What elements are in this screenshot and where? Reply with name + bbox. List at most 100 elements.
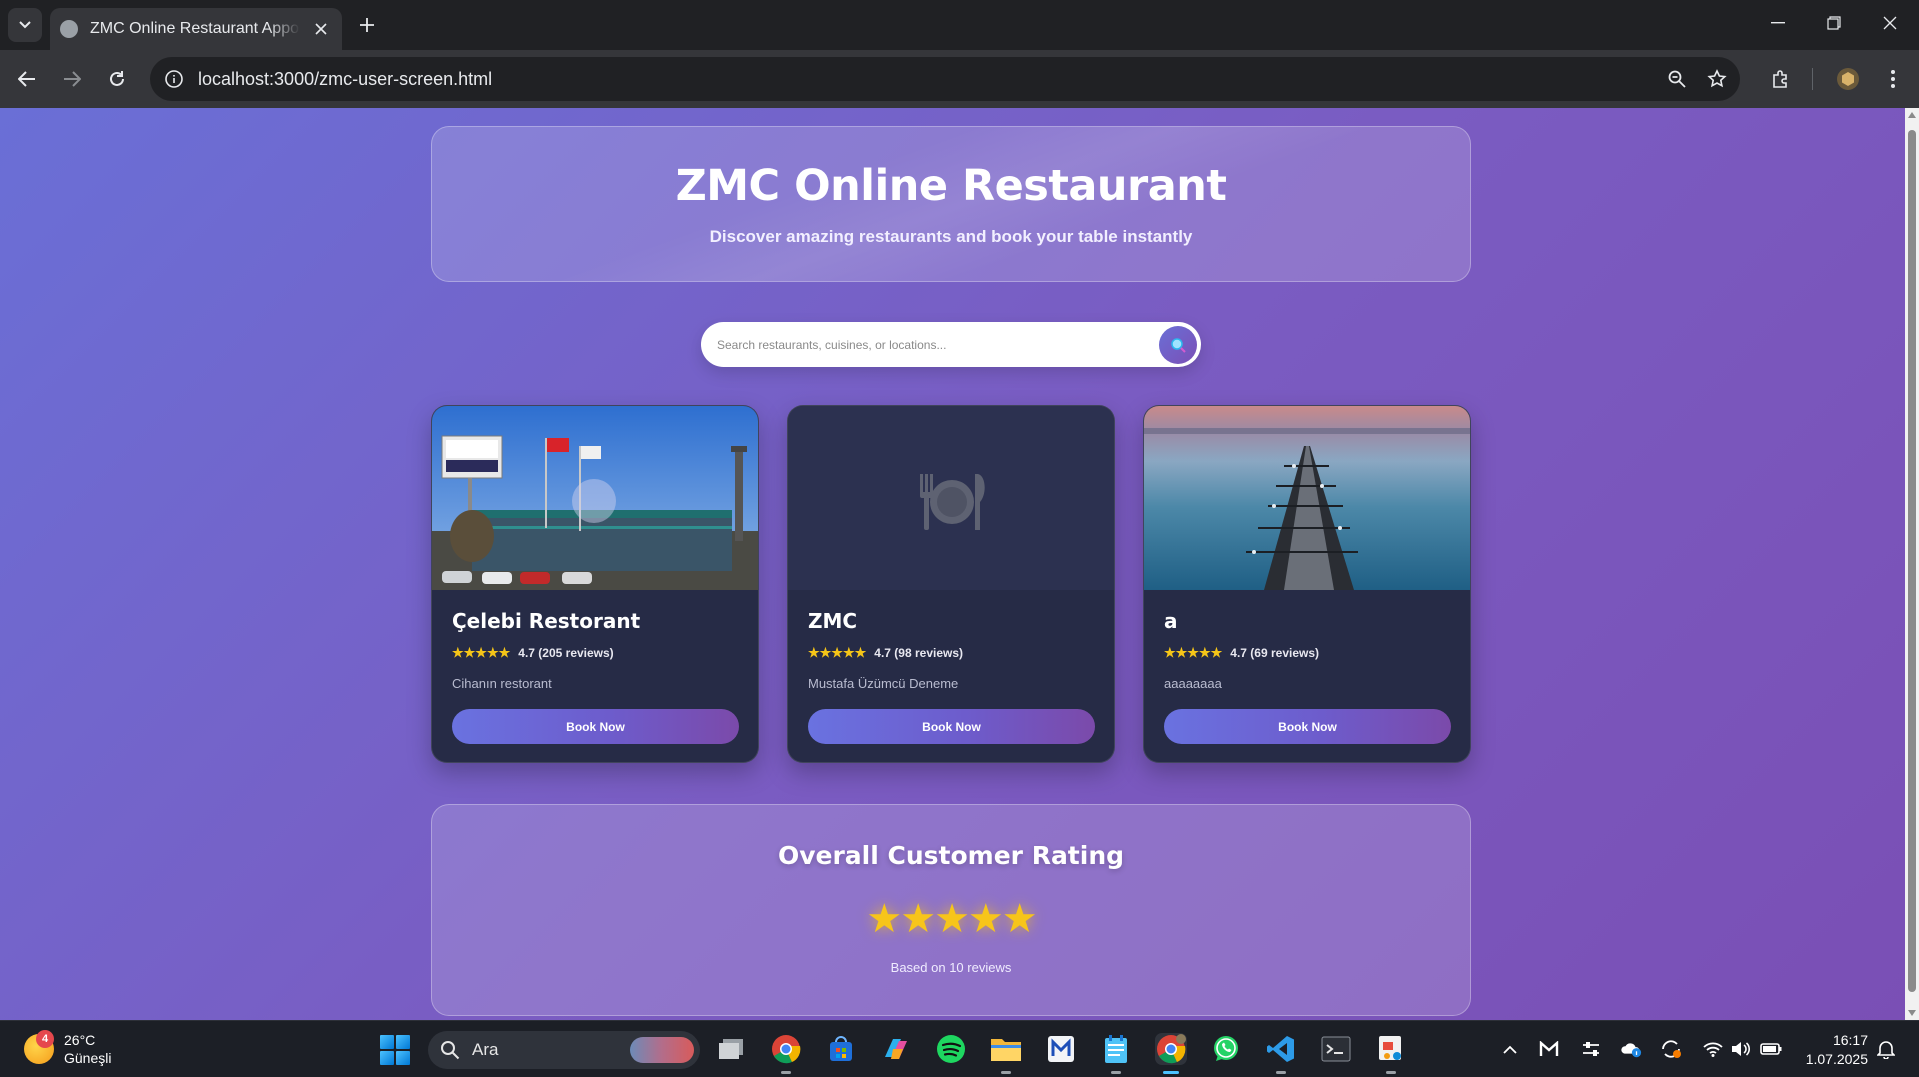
search-bar xyxy=(701,322,1201,367)
book-now-button[interactable]: Book Now xyxy=(452,709,739,744)
browser-menu-button[interactable] xyxy=(1876,62,1910,96)
info-icon[interactable] xyxy=(164,69,184,89)
tray-sync[interactable] xyxy=(1660,1038,1682,1060)
restaurant-photo-placeholder xyxy=(788,406,1114,590)
plus-icon xyxy=(360,18,374,32)
system-clock[interactable]: 16:17 1.07.2025 xyxy=(1796,1031,1868,1069)
toolbar-divider xyxy=(1812,68,1813,90)
notification-badge: 4 xyxy=(36,1030,54,1048)
sun-icon: 4 xyxy=(24,1030,54,1064)
taskbar-store[interactable] xyxy=(825,1033,857,1065)
chrome-icon xyxy=(1157,1034,1186,1064)
minimize-icon xyxy=(1771,22,1785,24)
volume-status[interactable] xyxy=(1730,1038,1752,1060)
zoom-icon xyxy=(1668,70,1686,88)
book-now-button[interactable]: Book Now xyxy=(1164,709,1451,744)
weather-condition: Güneşli xyxy=(64,1050,112,1066)
terminal-icon xyxy=(1321,1036,1351,1062)
taskbar-copilot[interactable] xyxy=(880,1033,912,1065)
clock-time: 16:17 xyxy=(1832,1032,1868,1048)
start-button[interactable] xyxy=(380,1035,410,1065)
search-icon xyxy=(441,1041,460,1060)
search-highlight-image xyxy=(630,1037,694,1063)
book-now-button[interactable]: Book Now xyxy=(808,709,1095,744)
vscode-icon xyxy=(1267,1036,1294,1062)
restore-icon xyxy=(1827,16,1841,30)
show-hidden-icons-button[interactable] xyxy=(1499,1038,1521,1060)
page-scrollbar[interactable] xyxy=(1905,108,1919,1020)
sync-icon xyxy=(1662,1040,1681,1058)
taskbar-file-explorer[interactable] xyxy=(990,1033,1022,1074)
scroll-thumb[interactable] xyxy=(1908,130,1916,992)
restaurant-description: Cihanın restorant xyxy=(452,676,552,691)
forward-button[interactable] xyxy=(55,62,89,96)
chrome-icon xyxy=(772,1035,801,1064)
tray-settings[interactable] xyxy=(1580,1038,1602,1060)
overall-rating-count: Based on 10 reviews xyxy=(890,960,1012,975)
taskbar-chrome-profile[interactable] xyxy=(1155,1033,1187,1074)
chevron-up-icon xyxy=(1503,1045,1517,1054)
profile-button[interactable] xyxy=(1831,62,1865,96)
tab-close-button[interactable] xyxy=(310,18,332,40)
overall-rating-stars: ★★★★★ xyxy=(866,897,1037,941)
tab-search-button[interactable] xyxy=(8,8,42,42)
tray-onedrive[interactable] xyxy=(1620,1038,1642,1060)
bookmark-button[interactable] xyxy=(1700,62,1734,96)
weather-temperature: 26°C xyxy=(64,1032,96,1048)
taskbar-vscode[interactable] xyxy=(1265,1033,1297,1074)
address-bar[interactable]: localhost:3000/zmc-user-screen.html xyxy=(150,57,1740,101)
restaurant-name: a xyxy=(1164,609,1178,633)
avatar-icon xyxy=(1837,68,1859,90)
taskbar-snipping-tool[interactable] xyxy=(1375,1033,1407,1074)
close-window-button[interactable] xyxy=(1862,0,1918,46)
restaurant-photo xyxy=(1144,406,1470,590)
search-input[interactable] xyxy=(717,322,1137,367)
browser-tab-bar: ZMC Online Restaurant Appointment xyxy=(0,0,1919,50)
browser-tab-active[interactable]: ZMC Online Restaurant Appointment xyxy=(50,8,342,50)
spotify-icon xyxy=(937,1035,965,1063)
plate-cutlery-icon xyxy=(920,474,985,530)
weather-text: 26°C Güneşli xyxy=(64,1031,111,1067)
task-view-button[interactable] xyxy=(715,1033,747,1065)
back-button[interactable] xyxy=(10,62,44,96)
restaurant-rating: ★★★★★ 4.7 (205 reviews) xyxy=(452,645,614,661)
more-vertical-icon xyxy=(1891,70,1895,88)
scroll-down-arrow[interactable] xyxy=(1908,1010,1916,1016)
taskbar-search[interactable]: Ara xyxy=(428,1031,700,1069)
taskbar-app-m[interactable] xyxy=(1045,1033,1077,1065)
reload-icon xyxy=(110,71,124,86)
zoom-button[interactable] xyxy=(1660,62,1694,96)
rating-stars: ★★★★★ xyxy=(452,645,511,660)
taskbar-spotify[interactable] xyxy=(935,1033,967,1065)
notifications-button[interactable] xyxy=(1875,1038,1897,1060)
search-button[interactable] xyxy=(1159,326,1197,364)
battery-icon xyxy=(1760,1043,1782,1055)
rating-text: 4.7 (69 reviews) xyxy=(1230,646,1320,660)
hero-header: ZMC Online Restaurant Discover amazing r… xyxy=(431,126,1471,282)
snipping-tool-icon xyxy=(1379,1036,1401,1060)
chevron-down-icon xyxy=(19,21,31,29)
overall-rating-title: Overall Customer Rating xyxy=(777,841,1125,870)
tray-m-app[interactable] xyxy=(1538,1038,1560,1060)
battery-status[interactable] xyxy=(1760,1038,1782,1060)
restore-button[interactable] xyxy=(1806,0,1862,46)
restaurant-card: ZMC ★★★★★ 4.7 (98 reviews) Mustafa Üzümc… xyxy=(787,405,1115,763)
url-text[interactable]: localhost:3000/zmc-user-screen.html xyxy=(198,69,492,90)
reload-button[interactable] xyxy=(100,62,134,96)
taskbar-whatsapp[interactable] xyxy=(1210,1033,1242,1065)
bell-icon xyxy=(1877,1041,1895,1059)
scroll-up-arrow[interactable] xyxy=(1908,112,1916,118)
taskbar-terminal[interactable] xyxy=(1320,1033,1352,1065)
clock-date: 1.07.2025 xyxy=(1805,1051,1868,1067)
new-tab-button[interactable] xyxy=(352,10,382,40)
weather-widget[interactable]: 4 26°C Güneşli xyxy=(24,1030,111,1067)
extensions-button[interactable] xyxy=(1764,62,1798,96)
browser-toolbar: localhost:3000/zmc-user-screen.html xyxy=(0,50,1919,108)
task-view-icon xyxy=(719,1039,743,1059)
wifi-status[interactable] xyxy=(1702,1038,1724,1060)
wifi-icon xyxy=(1703,1042,1723,1057)
minimize-button[interactable] xyxy=(1750,0,1806,46)
copilot-icon xyxy=(885,1039,907,1059)
taskbar-chrome[interactable] xyxy=(770,1033,802,1074)
taskbar-notepad[interactable] xyxy=(1100,1033,1132,1074)
